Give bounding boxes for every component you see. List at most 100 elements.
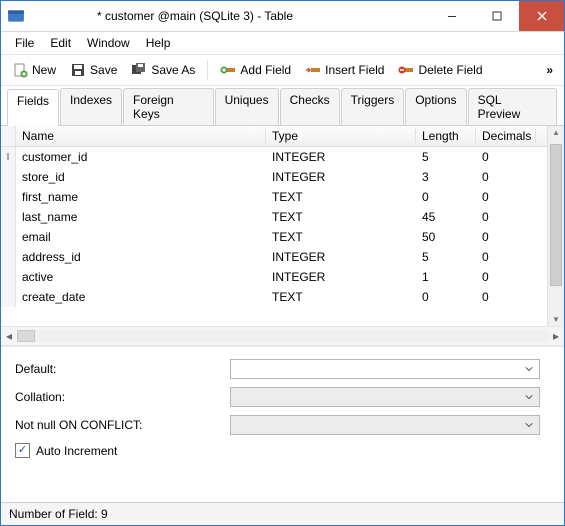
scroll-thumb[interactable] [550,144,562,286]
cell-type[interactable]: TEXT [266,210,416,224]
cell-decimals[interactable]: 0 [476,270,536,284]
delete-field-button[interactable]: Delete Field [393,60,487,80]
row-header-blank [1,126,16,146]
cell-name[interactable]: first_name [16,190,266,204]
cell-name[interactable]: email [16,230,266,244]
cell-type[interactable]: TEXT [266,290,416,304]
menubar: File Edit Window Help [1,32,564,55]
titlebar: * customer @main (SQLite 3) - Table [1,1,564,32]
chevron-down-icon [521,389,537,405]
column-header-type[interactable]: Type [266,129,416,143]
tab-foreign-keys[interactable]: Foreign Keys [123,88,214,125]
collation-input[interactable] [230,387,540,407]
tab-uniques[interactable]: Uniques [215,88,279,125]
minimize-button[interactable] [429,1,474,31]
cell-name[interactable]: store_id [16,170,266,184]
cell-type[interactable]: INTEGER [266,270,416,284]
cell-length[interactable]: 0 [416,190,476,204]
grid-body[interactable]: Icustomer_idINTEGER50store_idINTEGER30fi… [1,147,547,307]
cell-decimals[interactable]: 0 [476,150,536,164]
hscroll-thumb[interactable] [17,330,35,342]
cell-length[interactable]: 0 [416,290,476,304]
table-row[interactable]: create_dateTEXT00 [1,287,547,307]
save-button[interactable]: Save [65,60,122,80]
default-label: Default: [15,362,230,376]
auto-increment-checkbox[interactable] [15,443,30,458]
insert-field-icon [305,62,321,78]
cell-decimals[interactable]: 0 [476,230,536,244]
row-indicator [1,287,16,307]
cell-decimals[interactable]: 0 [476,290,536,304]
cell-name[interactable]: create_date [16,290,266,304]
table-row[interactable]: first_nameTEXT00 [1,187,547,207]
menu-window[interactable]: Window [79,34,138,52]
table-row[interactable]: activeINTEGER10 [1,267,547,287]
table-row[interactable]: store_idINTEGER30 [1,167,547,187]
cell-name[interactable]: customer_id [16,150,266,164]
table-row[interactable]: Icustomer_idINTEGER50 [1,147,547,167]
new-icon [12,62,28,78]
chevron-down-icon [521,361,537,377]
column-header-name[interactable]: Name [16,129,266,143]
hscroll-track[interactable] [17,330,548,342]
cell-decimals[interactable]: 0 [476,250,536,264]
app-window: * customer @main (SQLite 3) - Table File… [0,0,565,526]
cell-length[interactable]: 45 [416,210,476,224]
notnull-input[interactable] [230,415,540,435]
tab-sql-preview[interactable]: SQL Preview [468,88,557,125]
scroll-left-arrow[interactable]: ◂ [1,329,17,343]
vertical-scrollbar[interactable]: ▲ ▼ [547,126,564,326]
menu-edit[interactable]: Edit [42,34,79,52]
cell-length[interactable]: 5 [416,250,476,264]
cell-name[interactable]: address_id [16,250,266,264]
maximize-button[interactable] [474,1,519,31]
row-notnull: Not null ON CONFLICT: [15,415,550,435]
fields-grid: Name Type Length Decimals Icustomer_idIN… [1,126,564,327]
close-button[interactable] [519,1,564,31]
row-indicator [1,207,16,227]
cell-type[interactable]: TEXT [266,230,416,244]
window-title: * customer @main (SQLite 3) - Table [0,9,429,23]
tab-fields[interactable]: Fields [7,89,59,126]
save-as-label: Save As [151,63,195,77]
table-row[interactable]: address_idINTEGER50 [1,247,547,267]
column-header-decimals[interactable]: Decimals [476,129,536,143]
save-label: Save [90,63,117,77]
cell-type[interactable]: INTEGER [266,150,416,164]
cell-decimals[interactable]: 0 [476,190,536,204]
cell-type[interactable]: INTEGER [266,250,416,264]
default-input[interactable] [230,359,540,379]
horizontal-scrollbar[interactable]: ◂ ▸ [1,327,564,346]
cell-length[interactable]: 5 [416,150,476,164]
add-field-button[interactable]: Add Field [215,60,296,80]
scroll-down-arrow[interactable]: ▼ [548,315,564,324]
toolbar-separator [207,60,208,80]
window-buttons [429,1,564,31]
table-row[interactable]: emailTEXT500 [1,227,547,247]
insert-field-button[interactable]: Insert Field [300,60,389,80]
cell-decimals[interactable]: 0 [476,170,536,184]
menu-file[interactable]: File [7,34,42,52]
tab-indexes[interactable]: Indexes [60,88,122,125]
menu-help[interactable]: Help [138,34,179,52]
cell-decimals[interactable]: 0 [476,210,536,224]
tab-triggers[interactable]: Triggers [341,88,405,125]
table-row[interactable]: last_nameTEXT450 [1,207,547,227]
cell-type[interactable]: INTEGER [266,170,416,184]
cell-type[interactable]: TEXT [266,190,416,204]
cell-name[interactable]: active [16,270,266,284]
new-button[interactable]: New [7,60,61,80]
row-indicator [1,247,16,267]
tab-options[interactable]: Options [405,88,466,125]
save-as-button[interactable]: Save As [126,60,200,80]
cell-name[interactable]: last_name [16,210,266,224]
column-header-length[interactable]: Length [416,129,476,143]
tab-checks[interactable]: Checks [280,88,340,125]
cell-length[interactable]: 1 [416,270,476,284]
scroll-right-arrow[interactable]: ▸ [548,329,564,343]
scroll-up-arrow[interactable]: ▲ [548,128,564,137]
cell-length[interactable]: 3 [416,170,476,184]
row-default: Default: [15,359,550,379]
toolbar-overflow-button[interactable]: » [541,61,558,79]
cell-length[interactable]: 50 [416,230,476,244]
